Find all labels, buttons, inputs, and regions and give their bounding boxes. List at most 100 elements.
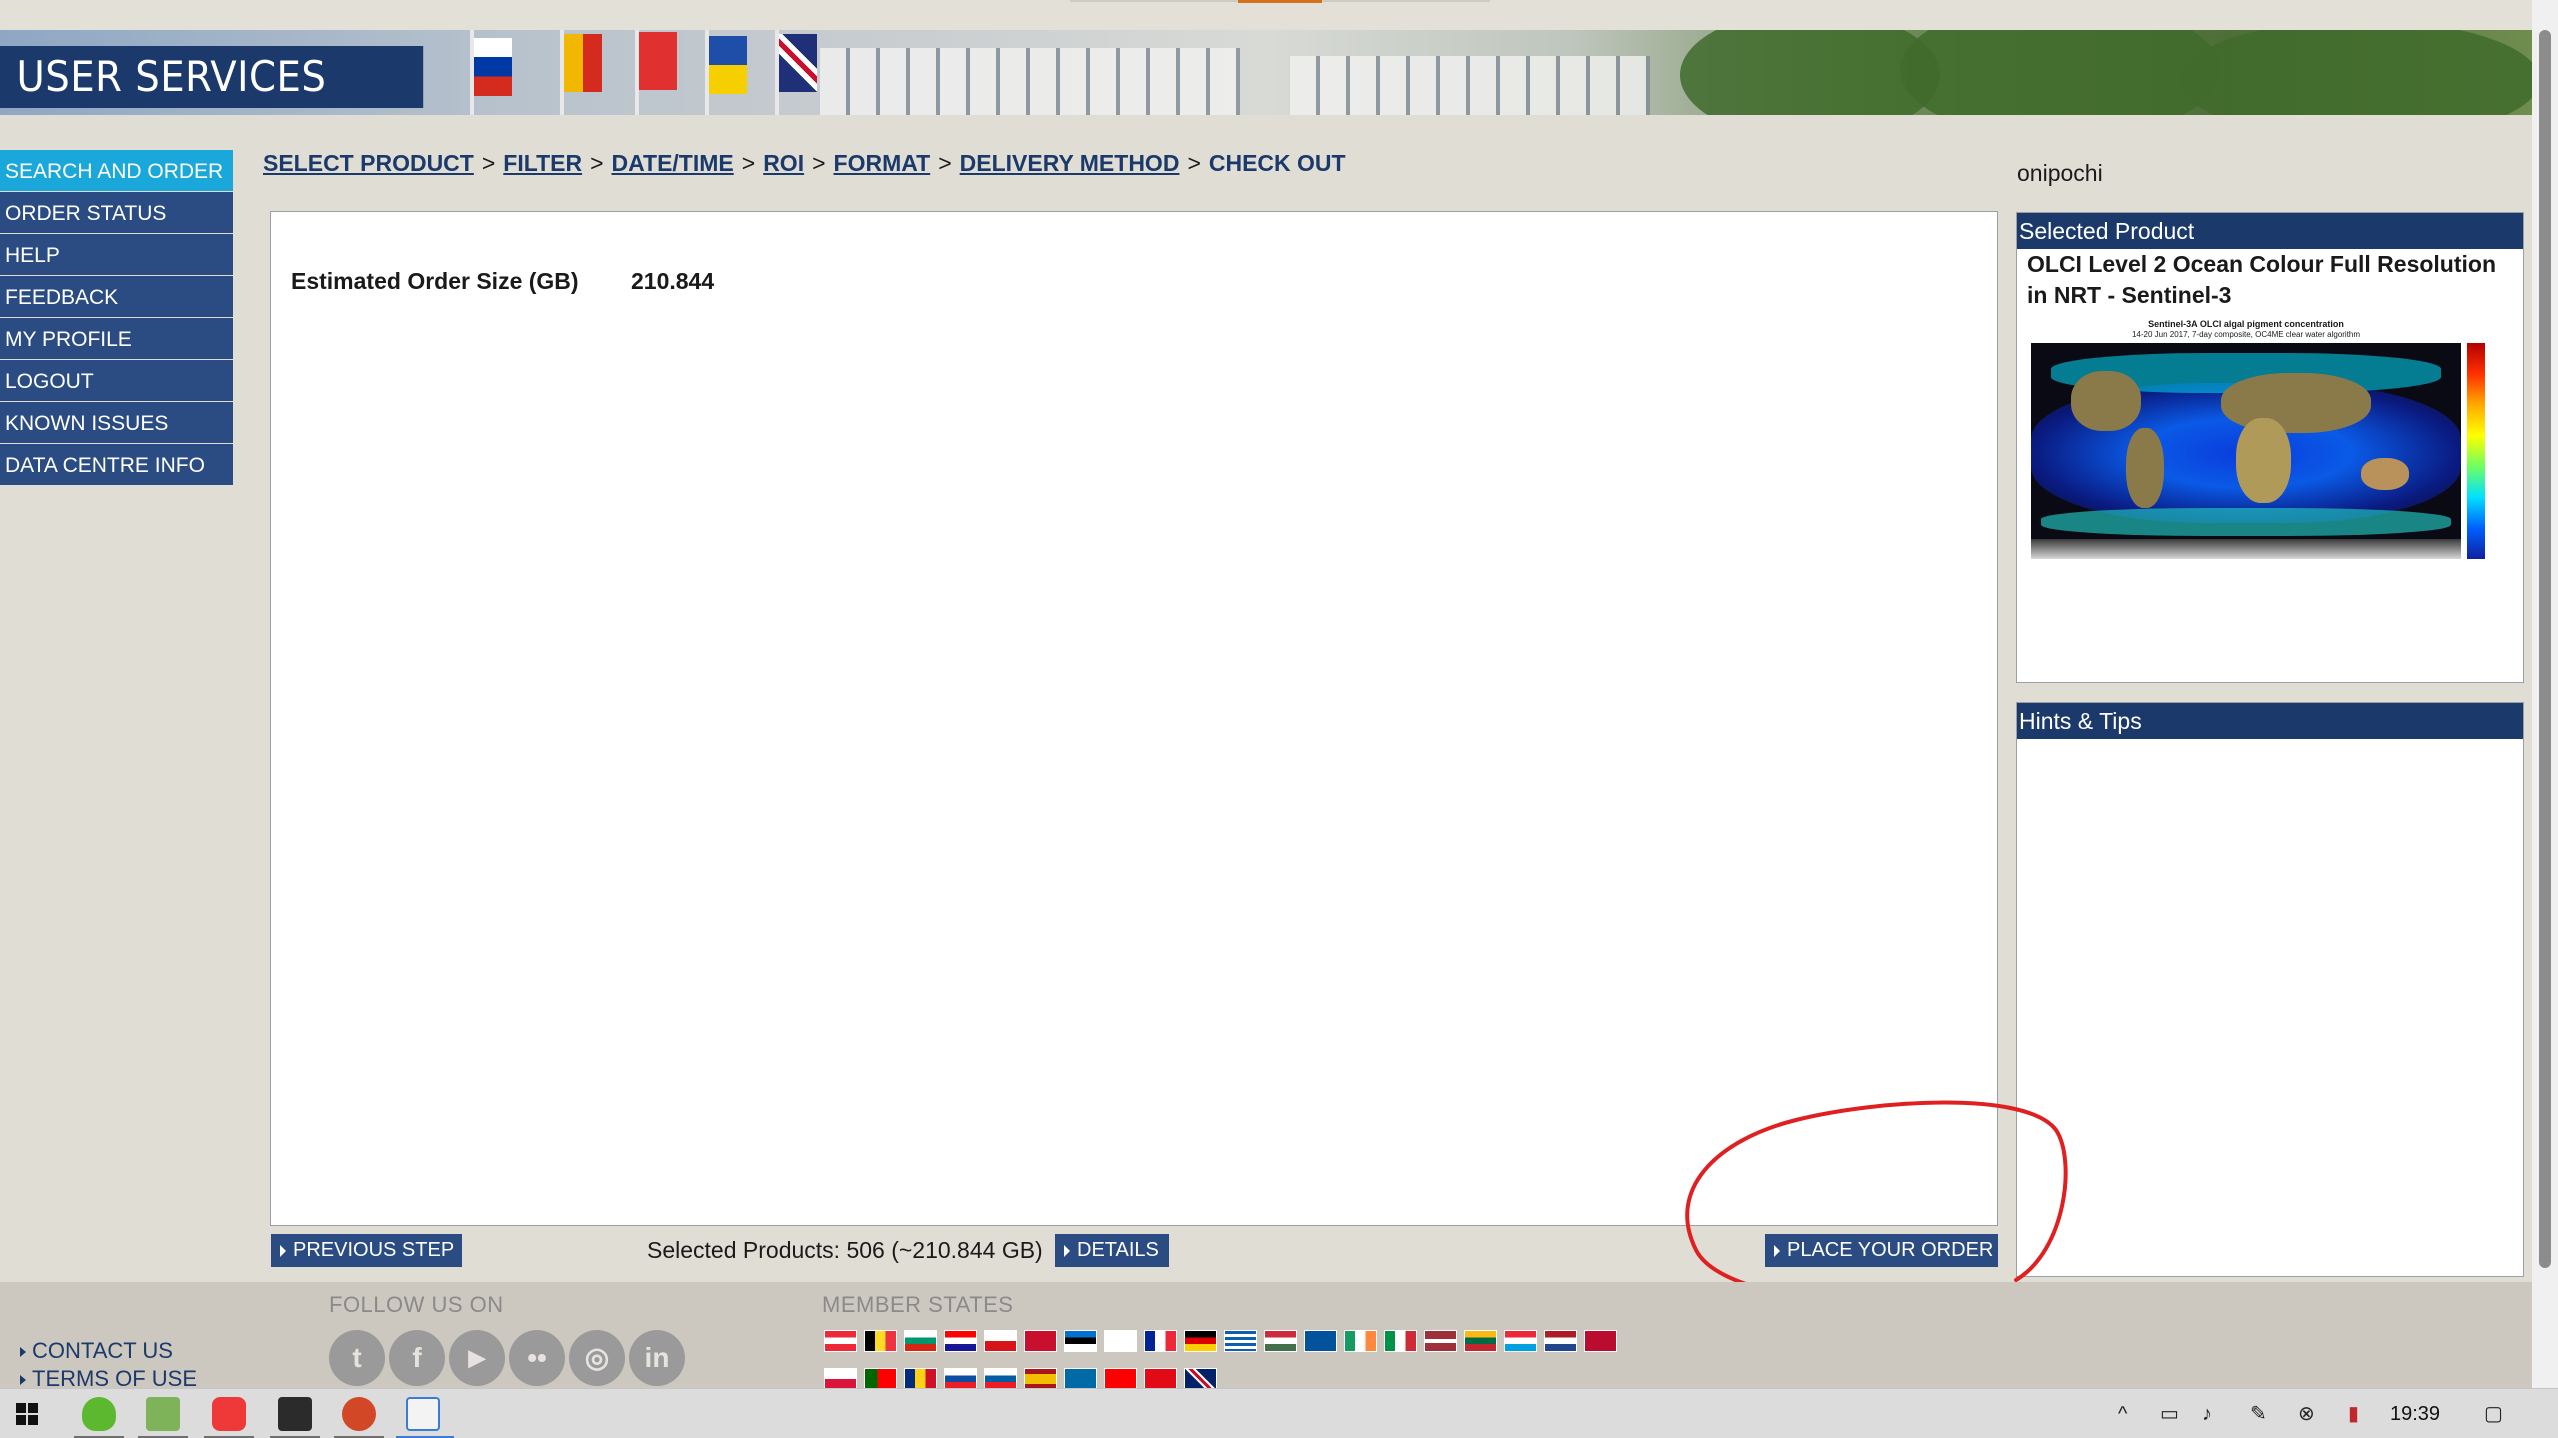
vivaldi-icon[interactable] bbox=[212, 1397, 246, 1431]
left-nav: SEARCH AND ORDER ORDER STATUS HELP FEEDB… bbox=[0, 150, 233, 486]
acrobat-icon[interactable]: ▮ bbox=[2348, 1389, 2359, 1438]
flag-united-kingdom-icon[interactable] bbox=[1184, 1368, 1217, 1388]
flag-norway-icon[interactable] bbox=[1584, 1330, 1617, 1352]
hints-panel: Hints & Tips bbox=[2016, 702, 2524, 1277]
nav-item-logout[interactable]: LOGOUT bbox=[0, 360, 233, 402]
linkedin-icon[interactable]: in bbox=[629, 1330, 685, 1386]
username: onipochi bbox=[2017, 160, 2103, 186]
notification-icon[interactable]: ▢ bbox=[2484, 1389, 2503, 1438]
chlorophyll-map bbox=[2031, 343, 2461, 559]
flag-romania-icon[interactable] bbox=[904, 1368, 937, 1388]
contact-us-label: CONTACT US bbox=[32, 1338, 173, 1363]
nav-item-my-profile[interactable]: MY PROFILE bbox=[0, 318, 233, 360]
powerpoint-icon[interactable] bbox=[342, 1397, 376, 1431]
colorbar-ticks bbox=[2489, 343, 2519, 559]
flag-austria-icon[interactable] bbox=[824, 1330, 857, 1352]
details-label: DETAILS bbox=[1077, 1239, 1159, 1261]
site-footer: CONTACT US TERMS OF USE FOLLOW US ON t f… bbox=[0, 1282, 2532, 1388]
sync-error-icon[interactable]: ⊗ bbox=[2298, 1389, 2315, 1438]
breadcrumb-separator: > bbox=[590, 150, 604, 176]
terms-of-use-link[interactable]: TERMS OF USE bbox=[20, 1366, 197, 1388]
notepadpp-icon[interactable] bbox=[146, 1397, 180, 1431]
nav-item-order-status[interactable]: ORDER STATUS bbox=[0, 192, 233, 234]
terminal-icon[interactable] bbox=[278, 1397, 312, 1431]
windows-start-icon[interactable] bbox=[16, 1403, 38, 1425]
volume-icon[interactable]: ♪ bbox=[2202, 1389, 2212, 1438]
flag-france-icon[interactable] bbox=[1144, 1330, 1177, 1352]
selected-product-panel: Selected Product OLCI Level 2 Ocean Colo… bbox=[2016, 212, 2524, 683]
flag-luxembourg-icon[interactable] bbox=[1504, 1330, 1537, 1352]
contact-us-link[interactable]: CONTACT US bbox=[20, 1338, 173, 1364]
paint-icon[interactable] bbox=[406, 1397, 440, 1431]
breadcrumb-date-time[interactable]: DATE/TIME bbox=[612, 150, 734, 176]
network-icon[interactable]: ▭ bbox=[2160, 1389, 2179, 1438]
nav-item-known-issues[interactable]: KNOWN ISSUES bbox=[0, 402, 233, 444]
flag-finland-icon[interactable] bbox=[1104, 1330, 1137, 1352]
nav-item-search-and-order[interactable]: SEARCH AND ORDER bbox=[0, 150, 233, 192]
flag-iceland-icon[interactable] bbox=[1304, 1330, 1337, 1352]
flag-italy-icon[interactable] bbox=[1384, 1330, 1417, 1352]
flag-turkey-icon[interactable] bbox=[1144, 1368, 1177, 1388]
flag-croatia-icon[interactable] bbox=[944, 1330, 977, 1352]
flag-ireland-icon[interactable] bbox=[1344, 1330, 1377, 1352]
flag-latvia-icon[interactable] bbox=[1424, 1330, 1457, 1352]
place-order-label: PLACE YOUR ORDER bbox=[1787, 1239, 1994, 1261]
breadcrumb-delivery-method[interactable]: DELIVERY METHOD bbox=[960, 150, 1180, 176]
land-area bbox=[2126, 428, 2164, 508]
flag-lithuania-icon[interactable] bbox=[1464, 1330, 1497, 1352]
product-thumbnail: Sentinel-3A OLCI algal pigment concentra… bbox=[2031, 319, 2519, 559]
facebook-icon[interactable]: f bbox=[389, 1330, 445, 1386]
breadcrumb-select-product[interactable]: SELECT PRODUCT bbox=[263, 150, 474, 176]
flag-slovakia-icon[interactable] bbox=[944, 1368, 977, 1388]
instagram-icon[interactable]: ◎ bbox=[569, 1330, 625, 1386]
youtube-icon[interactable]: ▶ bbox=[449, 1330, 505, 1386]
arrow-right-icon bbox=[1064, 1245, 1070, 1257]
nav-item-feedback[interactable]: FEEDBACK bbox=[0, 276, 233, 318]
taskbar-clock[interactable]: 19:39 bbox=[2390, 1389, 2440, 1438]
flag-image bbox=[779, 34, 817, 92]
checkout-panel: Estimated Order Size (GB) 210.844 bbox=[270, 211, 1998, 1226]
flag-czechia-icon[interactable] bbox=[984, 1330, 1017, 1352]
breadcrumb-format[interactable]: FORMAT bbox=[834, 150, 931, 176]
breadcrumb-separator: > bbox=[812, 150, 826, 176]
banner-building bbox=[1290, 56, 1650, 115]
twitter-icon[interactable]: t bbox=[329, 1330, 385, 1386]
flag-spain-icon[interactable] bbox=[1024, 1368, 1057, 1388]
nav-item-data-centre-info[interactable]: DATA CENTRE INFO bbox=[0, 444, 233, 486]
flag-bulgaria-icon[interactable] bbox=[904, 1330, 937, 1352]
flag-hungary-icon[interactable] bbox=[1264, 1330, 1297, 1352]
flag-image bbox=[639, 32, 677, 90]
ocean-area bbox=[2041, 508, 2451, 536]
place-order-button[interactable]: PLACE YOUR ORDER bbox=[1765, 1234, 1998, 1267]
flag-switzerland-icon[interactable] bbox=[1104, 1368, 1137, 1388]
land-area bbox=[2236, 418, 2291, 503]
breadcrumb-separator: > bbox=[1187, 150, 1201, 176]
colorbar bbox=[2467, 343, 2485, 559]
scrollbar-thumb[interactable] bbox=[2539, 30, 2551, 1268]
arrow-right-icon bbox=[20, 1375, 26, 1386]
flag-netherlands-icon[interactable] bbox=[1544, 1330, 1577, 1352]
details-button[interactable]: DETAILS bbox=[1055, 1234, 1169, 1267]
flag-poland-icon[interactable] bbox=[824, 1368, 857, 1388]
flag-greece-icon[interactable] bbox=[1224, 1330, 1257, 1352]
flag-denmark-icon[interactable] bbox=[1024, 1330, 1057, 1352]
flag-slovenia-icon[interactable] bbox=[984, 1368, 1017, 1388]
flag-estonia-icon[interactable] bbox=[1064, 1330, 1097, 1352]
selected-products-summary: Selected Products: 506 (~210.844 GB) bbox=[647, 1237, 1043, 1263]
flag-germany-icon[interactable] bbox=[1184, 1330, 1217, 1352]
nav-item-help[interactable]: HELP bbox=[0, 234, 233, 276]
previous-step-button[interactable]: PREVIOUS STEP bbox=[271, 1234, 462, 1267]
flag-belgium-icon[interactable] bbox=[864, 1330, 897, 1352]
previous-step-label: PREVIOUS STEP bbox=[293, 1239, 455, 1261]
flag-portugal-icon[interactable] bbox=[864, 1368, 897, 1388]
breadcrumb-roi[interactable]: ROI bbox=[763, 150, 804, 176]
flag-sweden-icon[interactable] bbox=[1064, 1368, 1097, 1388]
breadcrumb-filter[interactable]: FILTER bbox=[503, 150, 582, 176]
chevron-up-icon[interactable]: ^ bbox=[2118, 1389, 2127, 1438]
member-states-heading: MEMBER STATES bbox=[822, 1292, 1014, 1317]
land-area bbox=[2071, 371, 2141, 431]
pen-icon[interactable]: ✎ bbox=[2250, 1389, 2267, 1438]
page-scrollbar[interactable] bbox=[2532, 0, 2558, 1388]
flickr-icon[interactable]: •• bbox=[509, 1330, 565, 1386]
evernote-icon[interactable] bbox=[82, 1397, 116, 1431]
